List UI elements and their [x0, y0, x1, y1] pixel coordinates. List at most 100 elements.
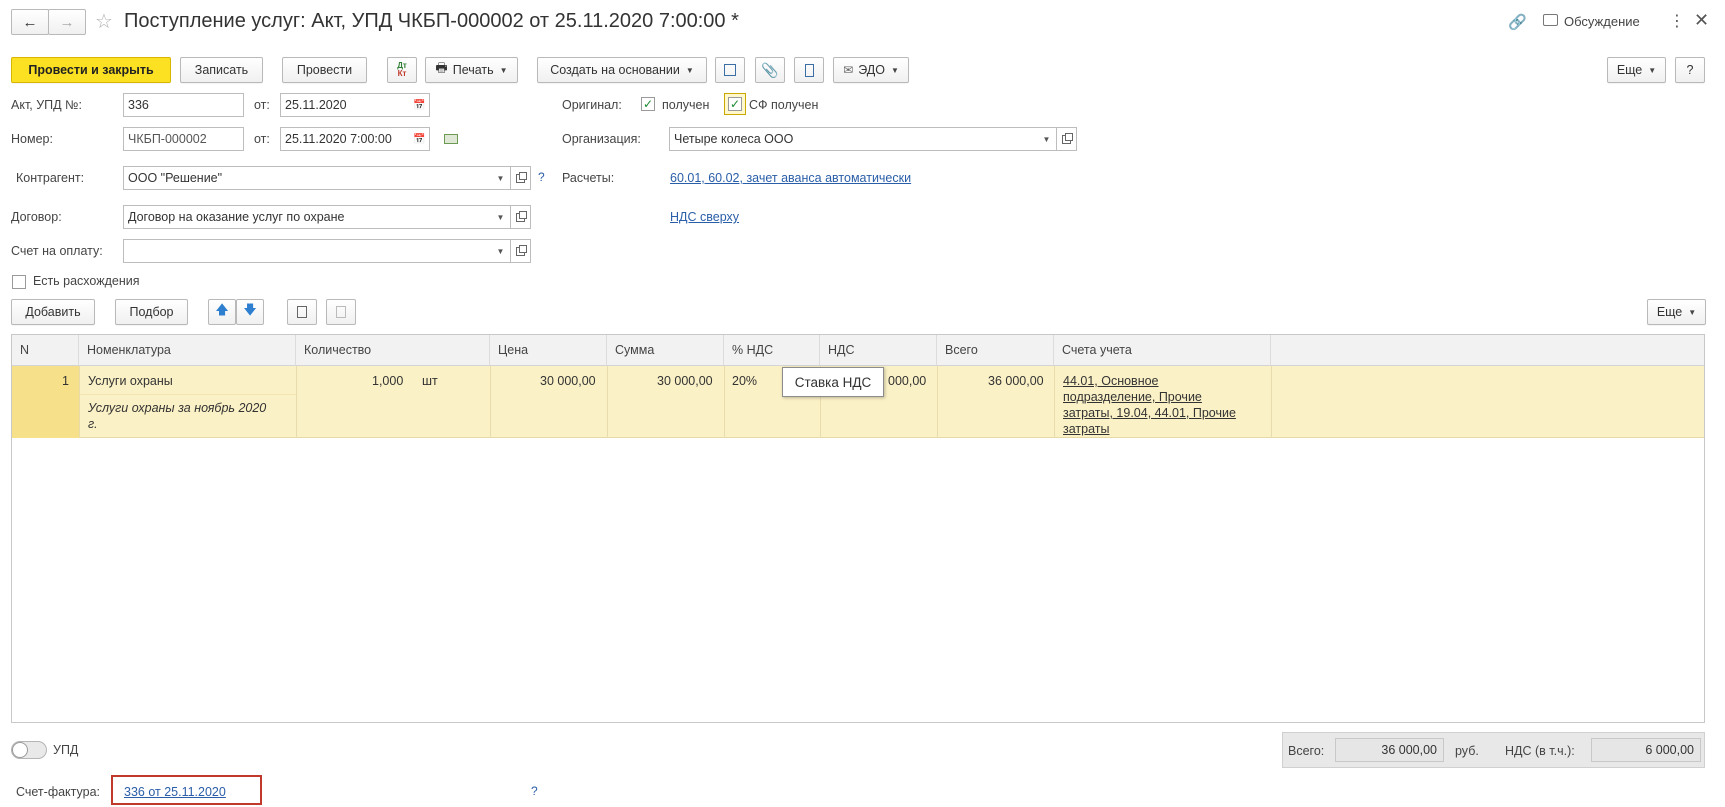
original-label: Оригинал: [562, 98, 622, 112]
edo-label: ЭДО [858, 63, 885, 77]
move-down-button[interactable]: 🡇 [236, 299, 264, 325]
copy-icon [297, 306, 307, 318]
act-date-picker[interactable]: 📅 [410, 93, 430, 117]
organization-field[interactable]: Четыре колеса ООО [669, 127, 1038, 151]
row-accounts-line3[interactable]: затраты, 19.04, 44.01, Прочие [1063, 406, 1236, 420]
star-icon[interactable]: ☆ [95, 9, 113, 34]
total-value-field: 36 000,00 [1335, 738, 1444, 762]
col-header-vat-rate[interactable]: % НДС [724, 335, 820, 366]
vat-on-top-link[interactable]: НДС сверху [670, 210, 739, 224]
row-vat-rate[interactable]: 20% [732, 374, 757, 388]
sf-received-label: СФ получен [749, 98, 819, 112]
report-button[interactable] [794, 57, 824, 83]
edo-button[interactable]: ✉ ЭДО ▼ [833, 57, 909, 83]
row-item-desc-line1[interactable]: Услуги охраны за ноябрь 2020 [88, 401, 266, 415]
contractor-field[interactable]: ООО "Решение" [123, 166, 492, 190]
invoice-link[interactable]: 336 от 25.11.2020 [124, 785, 226, 799]
add-row-button[interactable]: Добавить [11, 299, 95, 325]
row-accounts-line1[interactable]: 44.01, Основное [1063, 374, 1159, 388]
table-more-button[interactable]: Еще ▼ [1647, 299, 1706, 325]
chevron-down-icon: ▼ [496, 212, 505, 222]
act-number-field[interactable]: 336 [123, 93, 244, 117]
discussion-link[interactable]: Обсуждение [1564, 14, 1640, 29]
row-vat[interactable]: 000,00 [888, 374, 926, 388]
col-header-n[interactable]: N [12, 335, 79, 366]
row-qty[interactable]: 1,000 [372, 374, 403, 388]
invoice-payment-field[interactable] [123, 239, 492, 263]
contractor-help-icon[interactable]: ? [538, 170, 545, 184]
col-header-item[interactable]: Номенклатура [79, 335, 296, 366]
number-date-picker[interactable]: 📅 [410, 127, 430, 151]
organization-open-button[interactable] [1057, 127, 1077, 151]
row-unit[interactable]: шт [422, 374, 438, 388]
contract-open-button[interactable] [511, 205, 531, 229]
col-header-qty[interactable]: Количество [296, 335, 490, 366]
contract-field[interactable]: Договор на оказание услуг по охране [123, 205, 492, 229]
attach-button[interactable]: 📎 [755, 57, 785, 83]
row-price[interactable]: 30 000,00 [540, 374, 596, 388]
more-button[interactable]: Еще ▼ [1607, 57, 1666, 83]
invoice-payment-label: Счет на оплату: [11, 244, 103, 258]
row-accounts-line4[interactable]: затраты [1063, 422, 1109, 436]
copy-rows-button[interactable] [287, 299, 317, 325]
help-button[interactable]: ? [1675, 57, 1705, 83]
number-field[interactable]: ЧКБП-000002 [123, 127, 244, 151]
pick-label: Подбор [129, 305, 174, 319]
move-up-button[interactable]: 🡅 [208, 299, 236, 325]
hierarchy-icon [724, 64, 736, 76]
history-icon[interactable] [444, 134, 458, 144]
invoice-payment-dropdown[interactable]: ▼ [491, 239, 511, 263]
act-date-field[interactable]: 25.11.2020 [280, 93, 411, 117]
contractor-open-button[interactable] [511, 166, 531, 190]
link-icon[interactable]: 🔗 [1508, 13, 1527, 31]
col-sep [937, 366, 938, 438]
post-and-close-button[interactable]: Провести и закрыть [11, 57, 171, 83]
contract-dropdown[interactable]: ▼ [491, 205, 511, 229]
discussion-icon[interactable] [1543, 14, 1558, 26]
dt-kt-icon: Дт Кт [397, 62, 407, 78]
toggle-knob [12, 742, 28, 758]
post-button[interactable]: Провести [282, 57, 367, 83]
invoice-payment-open-button[interactable] [511, 239, 531, 263]
add-row-label: Добавить [25, 305, 81, 319]
received-label: получен [662, 98, 710, 112]
create-based-button[interactable]: Создать на основании ▼ [537, 57, 707, 83]
structure-button[interactable] [715, 57, 745, 83]
printer-icon: 🖶 [435, 60, 448, 75]
item-desc-divider [79, 394, 296, 395]
col-header-accounts[interactable]: Счета учета [1054, 335, 1271, 366]
open-icon [516, 244, 527, 256]
save-button[interactable]: Записать [180, 57, 263, 83]
chevron-down-icon: ▼ [685, 65, 694, 75]
act-number-label: Акт, УПД №: [11, 98, 82, 112]
sf-received-checkbox[interactable]: ✓ [728, 97, 742, 111]
number-date-field[interactable]: 25.11.2020 7:00:00 [280, 127, 411, 151]
back-button[interactable]: ← [11, 9, 49, 35]
col-header-price[interactable]: Цена [490, 335, 607, 366]
settlements-link[interactable]: 60.01, 60.02, зачет аванса автоматически [670, 171, 911, 185]
contractor-dropdown[interactable]: ▼ [491, 166, 511, 190]
calendar-icon: 📅 [413, 133, 426, 145]
kebab-menu-icon[interactable]: ⋮ [1669, 11, 1685, 31]
row-total[interactable]: 36 000,00 [988, 374, 1044, 388]
print-button[interactable]: 🖶 Печать ▼ [425, 57, 518, 83]
organization-dropdown[interactable]: ▼ [1037, 127, 1057, 151]
upd-toggle[interactable] [11, 741, 47, 759]
received-checkbox[interactable]: ✓ [641, 97, 655, 111]
row-sum[interactable]: 30 000,00 [657, 374, 713, 388]
col-header-vat[interactable]: НДС [820, 335, 937, 366]
close-icon[interactable]: ✕ [1694, 10, 1709, 31]
discrepancy-checkbox[interactable] [12, 275, 26, 289]
organization-label: Организация: [562, 132, 641, 146]
col-header-sum[interactable]: Сумма [607, 335, 724, 366]
paste-rows-button[interactable] [326, 299, 356, 325]
col-header-total[interactable]: Всего [937, 335, 1054, 366]
forward-button[interactable]: → [48, 9, 86, 35]
open-icon [516, 210, 527, 222]
row-item-desc-line2[interactable]: г. [88, 417, 98, 431]
row-item[interactable]: Услуги охраны [88, 374, 173, 388]
invoice-help-icon[interactable]: ? [531, 784, 538, 798]
row-accounts-line2[interactable]: подразделение, Прочие [1063, 390, 1202, 404]
pick-button[interactable]: Подбор [115, 299, 188, 325]
dt-kt-button[interactable]: Дт Кт [387, 57, 417, 83]
